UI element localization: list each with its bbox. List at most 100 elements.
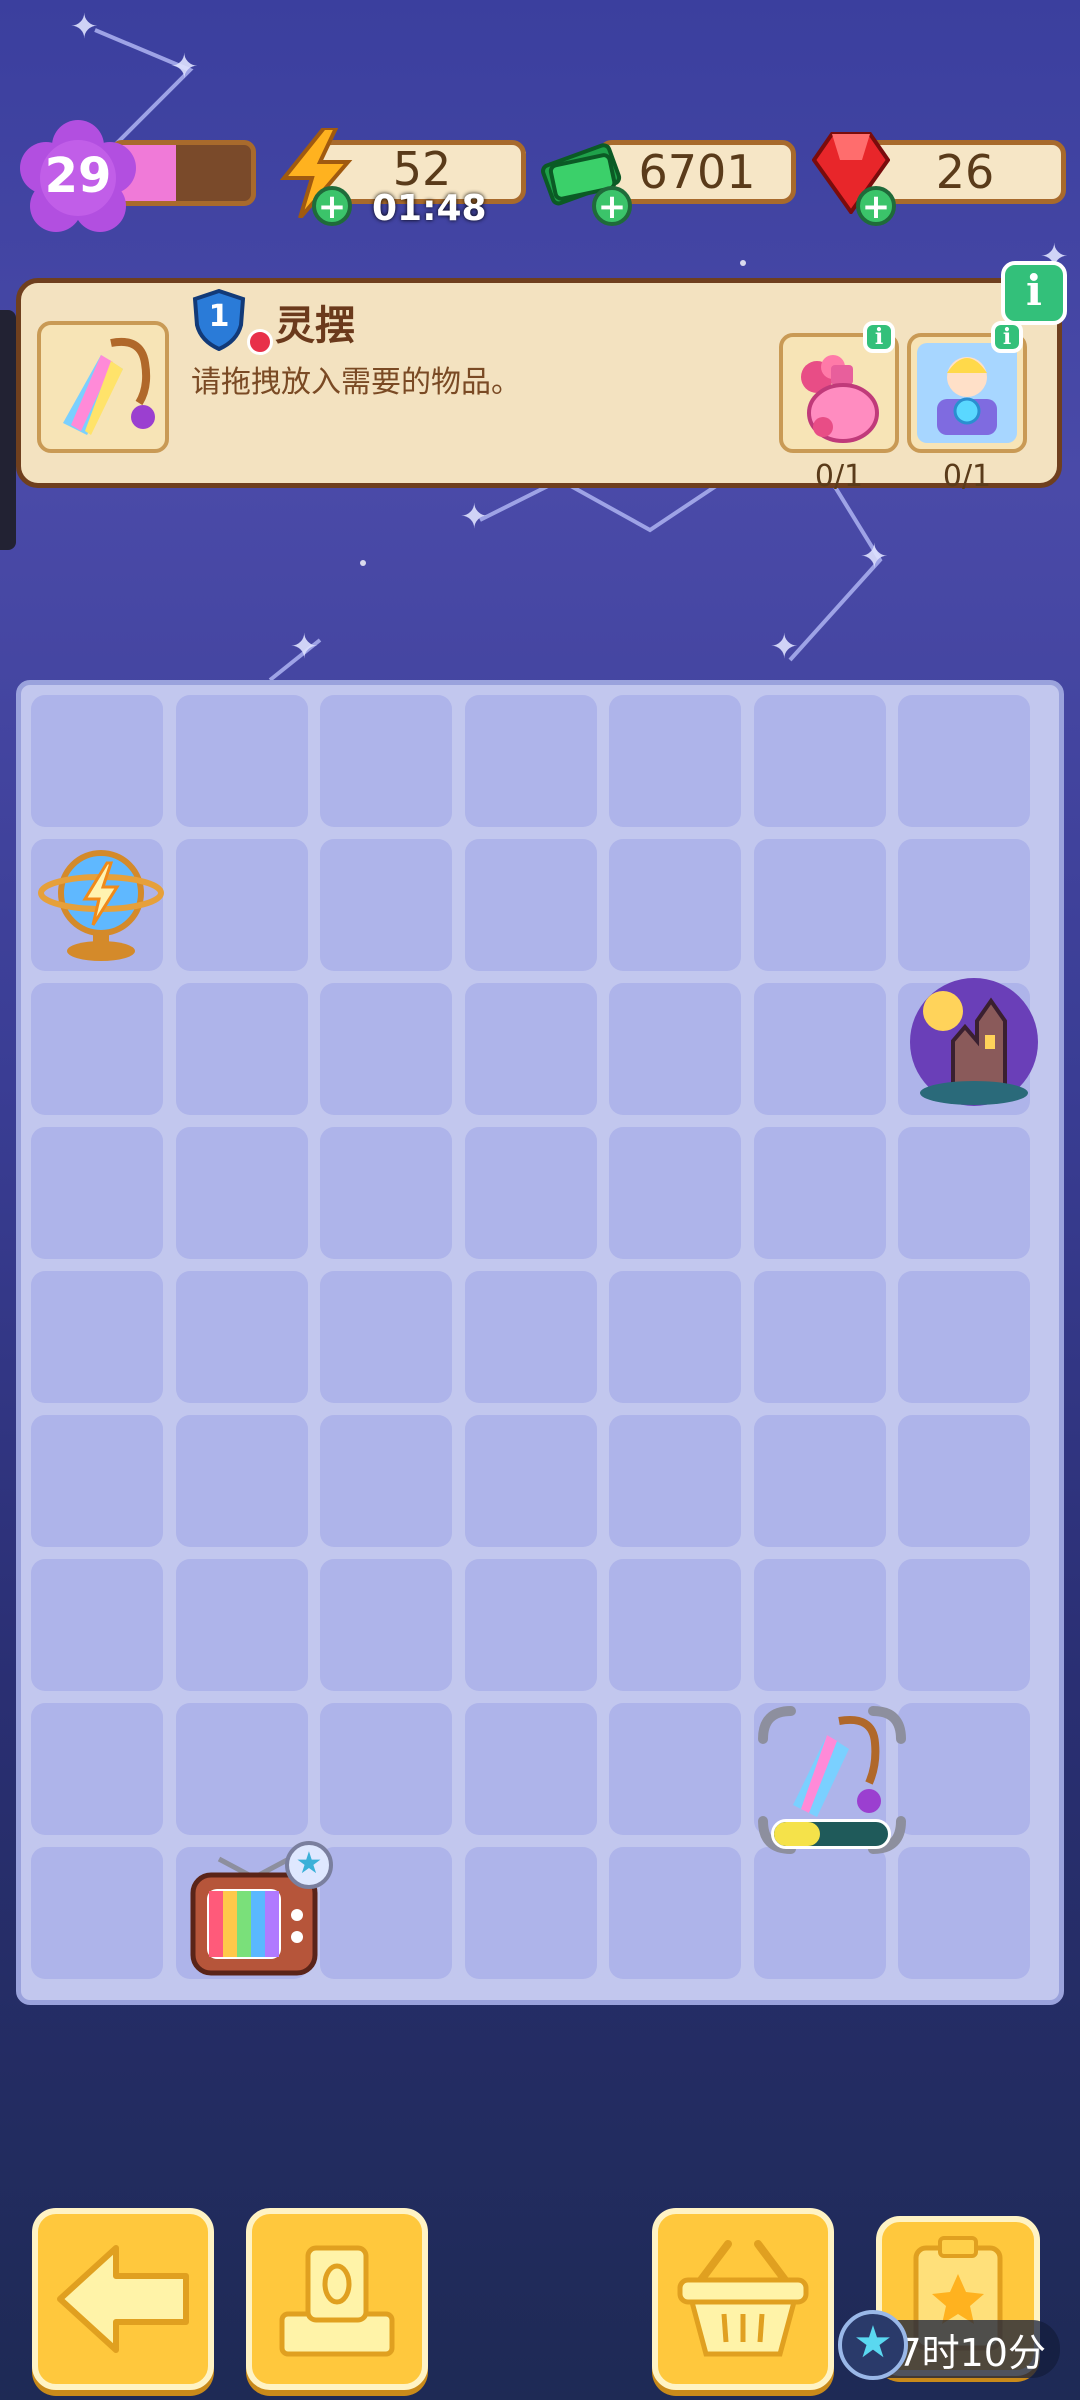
gem-value: 26 — [935, 145, 995, 199]
board-cell[interactable] — [609, 1847, 741, 1979]
board-cell[interactable] — [320, 1559, 452, 1691]
board-cell[interactable] — [753, 839, 886, 971]
board-cell[interactable] — [175, 1559, 308, 1691]
requirement-2-info-button[interactable]: i — [991, 321, 1023, 353]
order-info-button[interactable]: i — [1001, 261, 1067, 325]
board-cell[interactable] — [31, 1559, 163, 1691]
rewards-button[interactable] — [246, 2208, 428, 2390]
board-cell[interactable] — [898, 1271, 1030, 1403]
board-cell[interactable] — [464, 695, 597, 827]
board-cell[interactable] — [609, 1271, 741, 1403]
level-number: 29 — [44, 148, 112, 204]
board-cell[interactable] — [31, 1127, 163, 1259]
board-cell[interactable] — [31, 1847, 163, 1979]
board-cell[interactable] — [609, 1703, 741, 1835]
board-cell[interactable] — [898, 1559, 1030, 1691]
star-icon: ✦ — [770, 627, 799, 667]
crown-icon — [247, 329, 273, 355]
board-cell[interactable] — [464, 1847, 597, 1979]
board-cell[interactable] — [31, 695, 163, 827]
order-level-badge: 1 — [208, 299, 230, 334]
board-cell[interactable] — [31, 1703, 163, 1835]
board-cell[interactable] — [898, 1703, 1030, 1835]
energy-globe-icon — [38, 850, 164, 961]
board-cell[interactable] — [464, 1559, 597, 1691]
board-cell[interactable] — [175, 839, 308, 971]
board-cell[interactable] — [320, 695, 452, 827]
board-item-selected[interactable] — [757, 1705, 907, 1855]
board-cell[interactable] — [175, 695, 308, 827]
board-item[interactable] — [35, 835, 167, 967]
board-cell[interactable] — [320, 1127, 452, 1259]
order-panel: 1 灵摆 请拖拽放入需要的物品。 i 0/1 i 0/1 i — [16, 261, 1067, 494]
board-cell[interactable] — [464, 839, 597, 971]
board-cell[interactable] — [464, 1415, 597, 1547]
board-cell[interactable] — [898, 695, 1030, 827]
energy-timer: 01:48 — [372, 188, 487, 229]
requirement-2-progress: 0/1 — [942, 459, 992, 494]
side-drawer-handle[interactable] — [0, 310, 16, 550]
board-cell[interactable] — [175, 983, 308, 1115]
requirement-1-info-button[interactable]: i — [863, 321, 895, 353]
board-cell[interactable] — [609, 983, 741, 1115]
board-cell[interactable] — [753, 1559, 886, 1691]
board-cell[interactable] — [464, 1703, 597, 1835]
board-cell[interactable] — [175, 1703, 308, 1835]
board-cell[interactable] — [175, 1127, 308, 1259]
board-cell[interactable] — [320, 983, 452, 1115]
order-item-name: 灵摆 — [275, 303, 355, 349]
shop-basket-button[interactable] — [652, 2208, 834, 2390]
board-cell[interactable] — [464, 1271, 597, 1403]
board-cell[interactable] — [31, 983, 163, 1115]
board-cell[interactable] — [898, 1415, 1030, 1547]
coin-stand-icon — [279, 2245, 395, 2357]
board-cell[interactable] — [320, 1415, 452, 1547]
board-cell[interactable] — [898, 839, 1030, 971]
pink-perfume-icon — [801, 355, 879, 443]
star-icon: ✦ — [170, 47, 199, 87]
board-cell[interactable] — [31, 1415, 163, 1547]
star-icon: ✦ — [860, 537, 889, 577]
board-item[interactable] — [903, 971, 1045, 1113]
board-cell[interactable] — [753, 1127, 886, 1259]
board-cell[interactable] — [898, 1847, 1030, 1979]
add-energy-button[interactable]: + — [312, 186, 352, 226]
board-cell[interactable] — [753, 983, 886, 1115]
star-icon: ✦ — [460, 497, 489, 537]
board-cell[interactable] — [175, 1271, 308, 1403]
board-cell[interactable] — [175, 1415, 308, 1547]
board-cell[interactable] — [464, 983, 597, 1115]
board-cell[interactable] — [320, 1271, 452, 1403]
board-cell[interactable] — [609, 839, 741, 971]
board-cell[interactable] — [320, 1847, 452, 1979]
board-cell[interactable] — [609, 1415, 741, 1547]
item-progress-bar — [771, 1819, 891, 1849]
board-cell[interactable] — [753, 1415, 886, 1547]
rainbow-pendulum-icon — [63, 338, 155, 435]
board-cell[interactable] — [609, 1127, 741, 1259]
board-cell[interactable] — [320, 1703, 452, 1835]
add-cash-button[interactable]: + — [592, 186, 632, 226]
back-button[interactable] — [32, 2208, 214, 2390]
cash-value: 6701 — [638, 145, 756, 199]
board-cell[interactable] — [753, 695, 886, 827]
add-gems-button[interactable]: + — [856, 186, 896, 226]
board-cell[interactable] — [898, 1127, 1030, 1259]
board-cell[interactable] — [609, 695, 741, 827]
board-cell[interactable] — [31, 1271, 163, 1403]
board-cell[interactable] — [753, 1271, 886, 1403]
order-item-thumb[interactable] — [37, 321, 169, 453]
board-cell[interactable] — [320, 839, 452, 971]
star-coin-icon: ★ — [838, 2310, 908, 2380]
merge-board: ★ — [16, 680, 1064, 2005]
star-icon: ✦ — [70, 7, 99, 47]
requirement-1-progress: 0/1 — [814, 459, 864, 494]
basket-icon — [677, 2240, 809, 2357]
haunted-castle-icon — [910, 978, 1038, 1106]
back-arrow-icon — [57, 2245, 189, 2353]
board-cell[interactable] — [464, 1127, 597, 1259]
gem-counter[interactable]: 26 — [864, 140, 1066, 204]
board-cell[interactable] — [609, 1559, 741, 1691]
board-cell[interactable] — [753, 1847, 886, 1979]
board-item[interactable]: ★ — [179, 1841, 333, 1985]
